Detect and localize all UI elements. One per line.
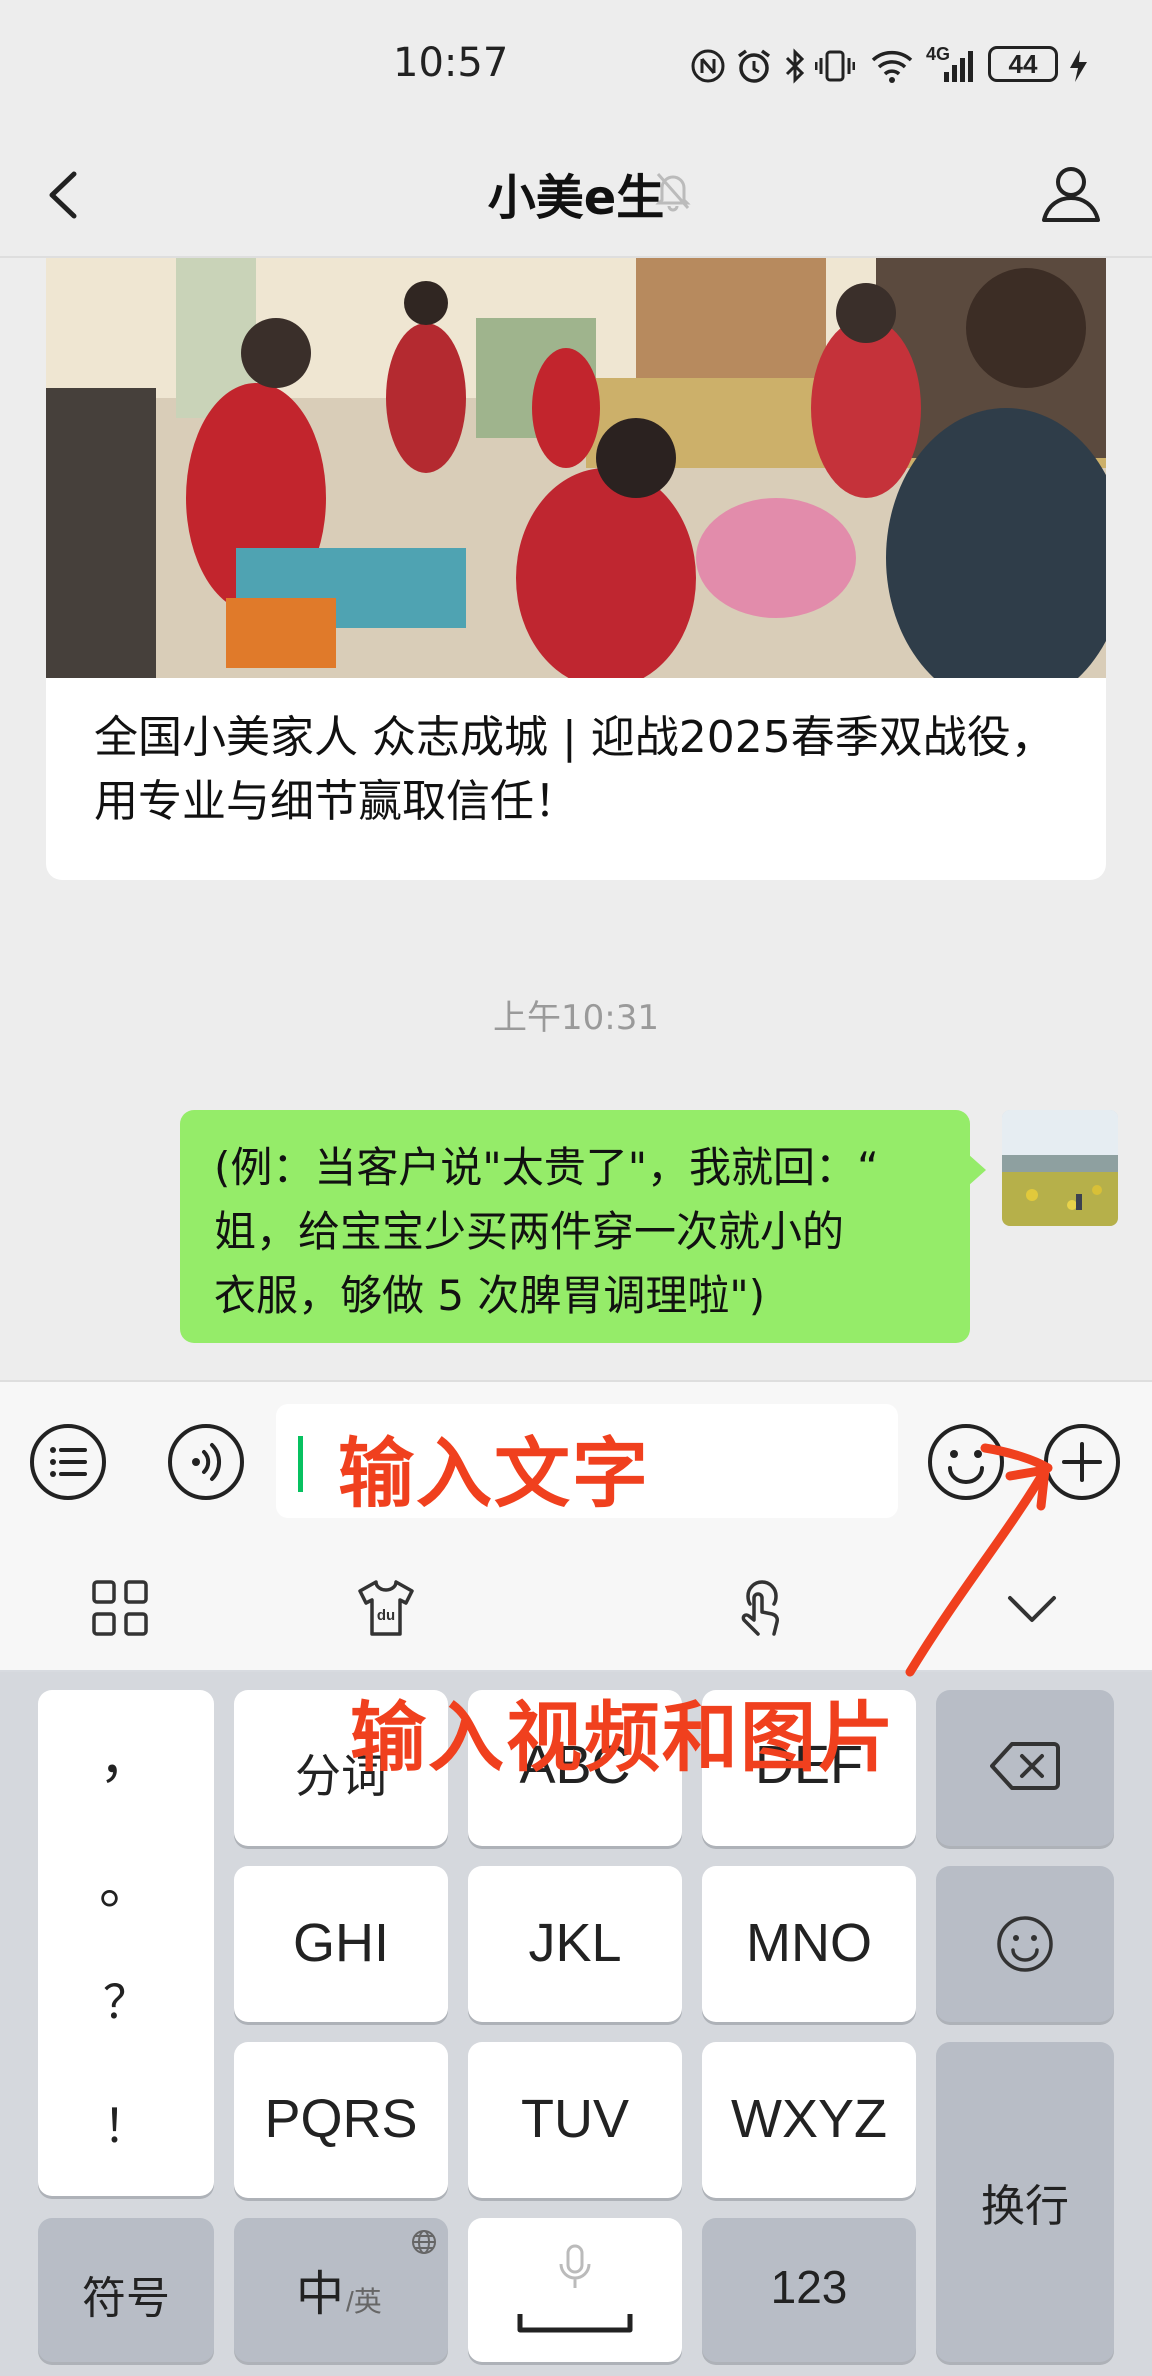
- key-label: JKL: [528, 1913, 622, 1973]
- key-pqrs[interactable]: PQRS: [234, 2042, 448, 2198]
- video-image-annotation: 输入视频和图片: [350, 1693, 896, 1782]
- symbols-key[interactable]: 符号: [38, 2218, 214, 2362]
- avatar[interactable]: [1002, 1110, 1118, 1226]
- key-wxyz[interactable]: WXYZ: [702, 2042, 916, 2198]
- keyboard-toolbar: du: [0, 1542, 1152, 1672]
- message-line: 姐，给宝宝少买两件穿一次就小的: [214, 1207, 845, 1256]
- message-input[interactable]: 输入文字: [276, 1404, 898, 1518]
- globe-icon: [412, 2230, 436, 2254]
- key-label: GHI: [292, 1913, 389, 1973]
- punct-question[interactable]: ？: [38, 1966, 214, 2032]
- space-bar-icon: [517, 2314, 633, 2333]
- wifi-icon: [871, 50, 913, 83]
- text-cursor: [298, 1436, 303, 1492]
- key-label-zhong: 中: [296, 2268, 345, 2321]
- alarm-icon: [737, 49, 771, 83]
- punct-period[interactable]: 。: [38, 1840, 214, 1919]
- emoji-icon[interactable]: [926, 1422, 1006, 1502]
- input-text-annotation: 输入文字: [338, 1429, 650, 1518]
- tshirt-du-text: du: [377, 1607, 395, 1624]
- punct-comma[interactable]: ，: [38, 1714, 214, 1793]
- key-jkl[interactable]: JKL: [468, 1866, 682, 2022]
- chat-title: 小美e生: [487, 170, 665, 226]
- bell-off-icon: [655, 173, 691, 212]
- key-label: 123: [770, 2261, 848, 2313]
- status-time: 10:57: [393, 40, 509, 86]
- charging-icon: [1070, 50, 1087, 82]
- key-label: 换行: [981, 2182, 1069, 2231]
- message-line: (例：当客户说"太贵了"，我就回：“: [214, 1143, 879, 1192]
- punct-exclaim[interactable]: ！: [38, 2090, 214, 2156]
- enter-key[interactable]: 换行: [936, 2042, 1114, 2362]
- bubble-tail: [968, 1154, 986, 1186]
- message-bubble[interactable]: (例：当客户说"太贵了"，我就回：“ 姐，给宝宝少买两件穿一次就小的 衣服，够做…: [180, 1110, 970, 1343]
- chevron-down-icon[interactable]: [1000, 1576, 1064, 1640]
- numbers-key[interactable]: 123: [702, 2218, 916, 2362]
- key-tuv[interactable]: TUV: [468, 2042, 682, 2198]
- bluetooth-icon: [785, 48, 805, 84]
- backspace-key[interactable]: [936, 1690, 1114, 1846]
- list-icon[interactable]: [28, 1422, 108, 1502]
- key-label: TUV: [521, 2089, 629, 2149]
- battery-icon: 44: [988, 46, 1058, 82]
- status-bar: 10:57 4G 44: [0, 0, 1152, 130]
- key-label-ying: /英: [346, 2286, 382, 2317]
- backspace-icon: [990, 1742, 1060, 1790]
- signal-icon: [944, 51, 973, 82]
- message-line: 衣服，够做 5 次脾胃调理啦"): [214, 1271, 766, 1320]
- key-mno[interactable]: MNO: [702, 1866, 916, 2022]
- tshirt-du-icon[interactable]: du: [354, 1576, 418, 1640]
- vibrate-icon: [815, 50, 855, 82]
- article-photo: [46, 258, 1106, 678]
- article-card[interactable]: 全国小美家人 众志成城 | 迎战2025春季双战役，用专业与细节赢取信任！: [46, 258, 1106, 880]
- grid-icon[interactable]: [88, 1576, 152, 1640]
- microphone-icon: [559, 2244, 591, 2288]
- language-switch-key[interactable]: 中 /英: [234, 2218, 448, 2362]
- input-bar: 输入文字: [0, 1380, 1152, 1542]
- space-key[interactable]: [468, 2218, 682, 2362]
- swipe-hand-icon[interactable]: [730, 1576, 794, 1640]
- voice-icon[interactable]: [166, 1422, 246, 1502]
- key-label: MNO: [746, 1913, 872, 1973]
- message-timestamp: 上午10:31: [493, 998, 659, 1038]
- person-icon[interactable]: [1036, 158, 1106, 228]
- nav-bar: 小美e生: [0, 130, 1152, 258]
- punctuation-list[interactable]: ， 。 ？ ！: [38, 1690, 214, 2196]
- key-label: WXYZ: [731, 2089, 887, 2149]
- emoji-key[interactable]: [936, 1866, 1114, 2022]
- key-label: PQRS: [264, 2089, 418, 2149]
- emoji-icon: [997, 1916, 1053, 1972]
- article-title: 全国小美家人 众志成城 | 迎战2025春季双战役，用专业与细节赢取信任！: [94, 712, 1055, 827]
- battery-level: 44: [1008, 49, 1038, 79]
- nfc-icon: [691, 49, 725, 83]
- key-ghi[interactable]: GHI: [234, 1866, 448, 2022]
- key-label: 符号: [82, 2274, 170, 2323]
- plus-icon[interactable]: [1042, 1422, 1122, 1502]
